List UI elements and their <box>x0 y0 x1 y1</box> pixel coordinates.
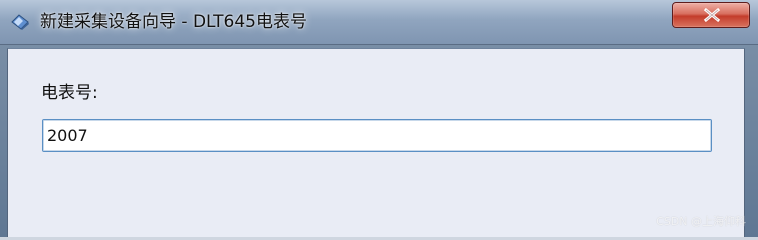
title-bar[interactable]: 新建采集设备向导 - DLT645电表号 <box>0 0 758 45</box>
dialog-content: 电表号: <box>7 48 745 237</box>
meter-number-label: 电表号: <box>41 83 98 103</box>
meter-number-input[interactable] <box>42 119 712 152</box>
app-icon <box>10 13 30 31</box>
window-title: 新建采集设备向导 - DLT645电表号 <box>40 12 307 32</box>
close-icon <box>703 8 721 22</box>
watermark-text: CSDN @上海仰科 <box>656 215 746 228</box>
close-button[interactable] <box>672 2 750 28</box>
dialog-window: 新建采集设备向导 - DLT645电表号 电表号: CSDN @上海仰科 <box>0 0 758 237</box>
